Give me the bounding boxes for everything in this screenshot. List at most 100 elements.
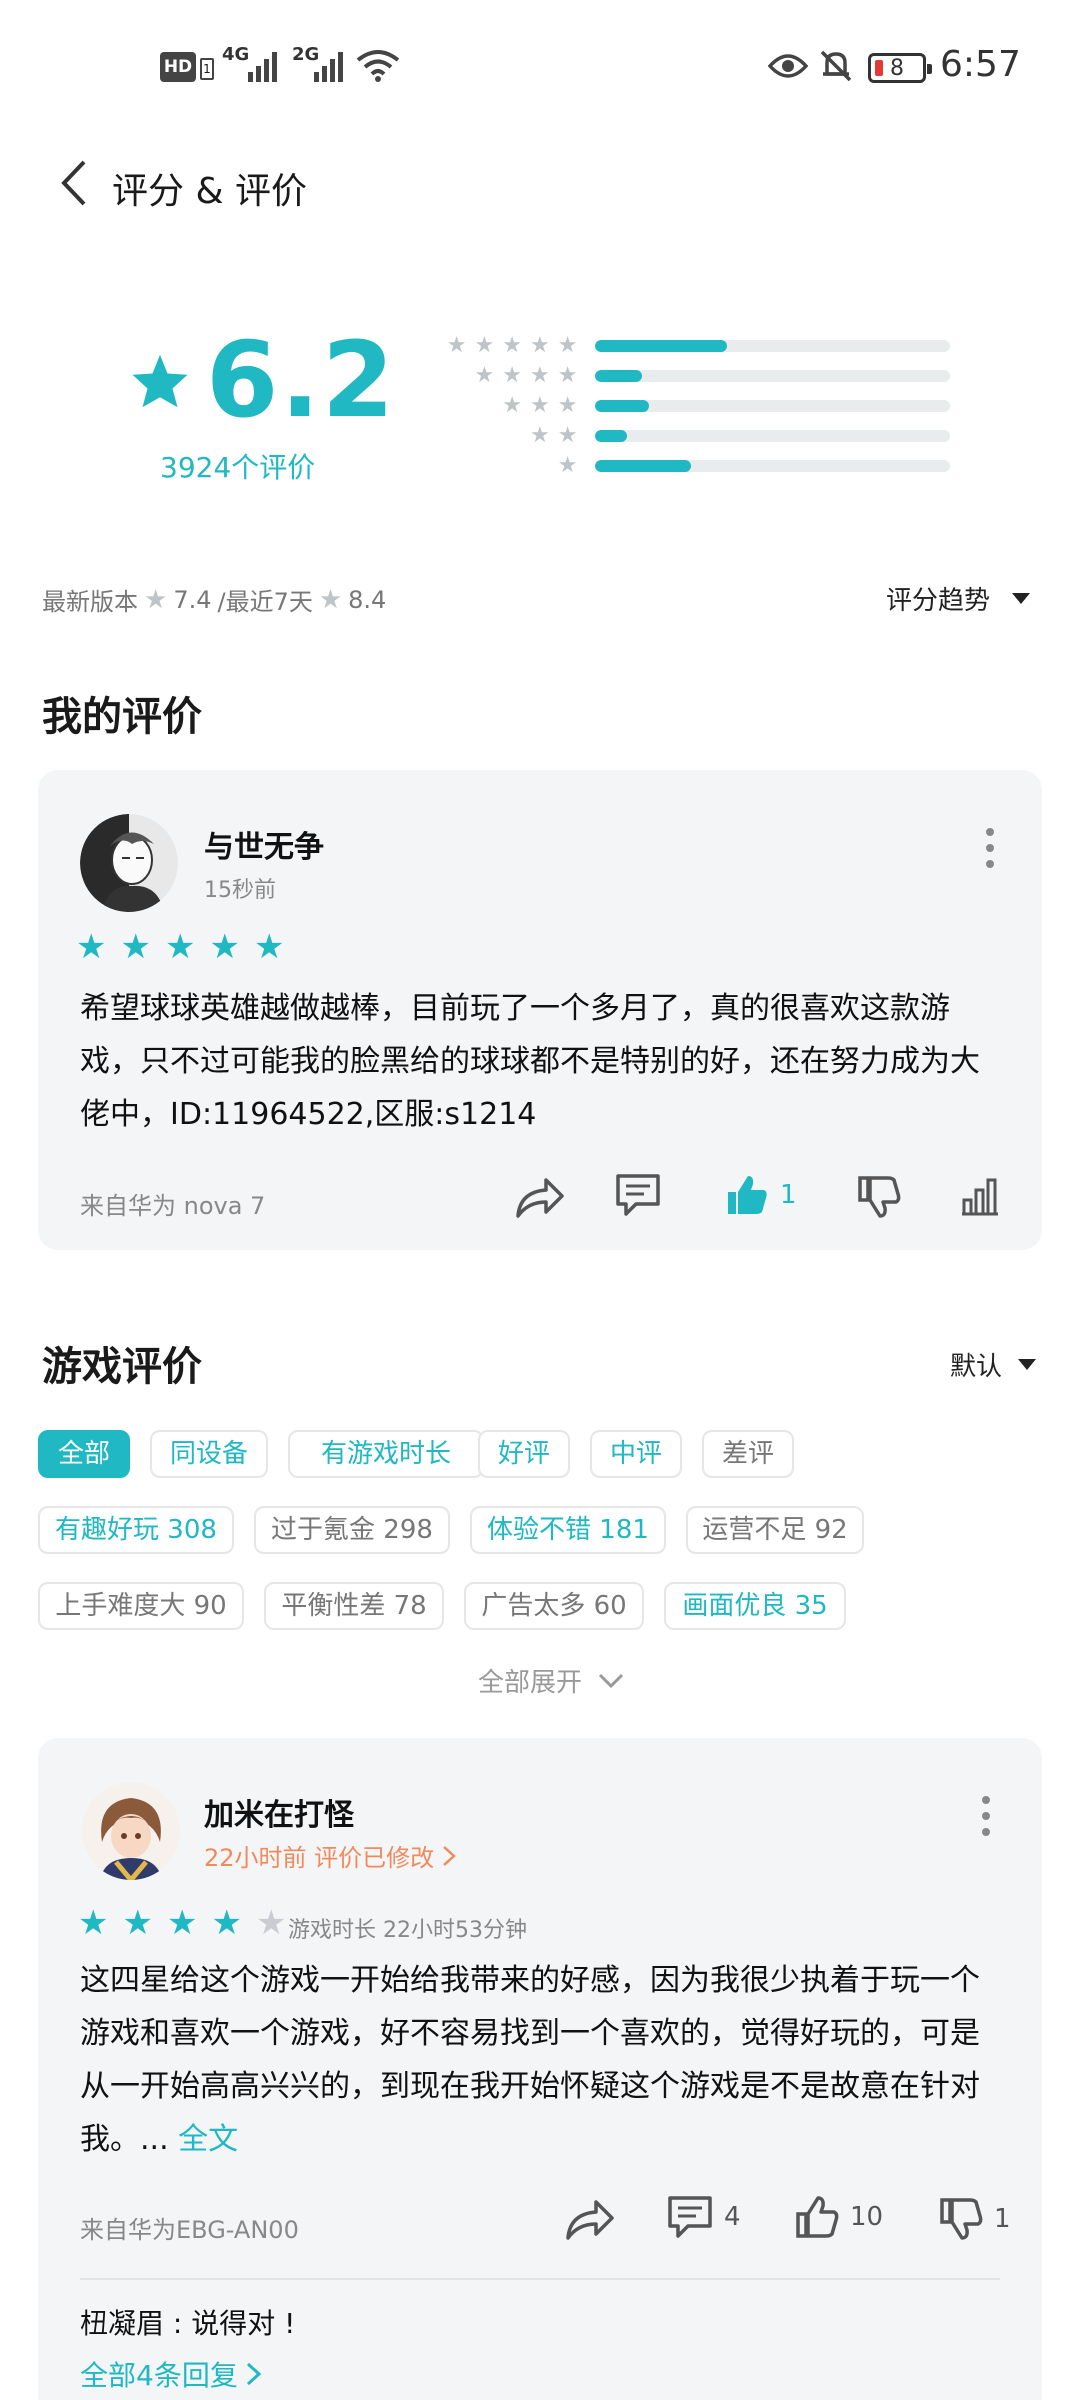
filter-chip[interactable]: 过于氪金 298 — [254, 1506, 450, 1554]
filter-chip[interactable]: 好评 — [478, 1430, 570, 1478]
comment-button[interactable]: 4 — [666, 2194, 741, 2240]
trend-button[interactable]: 评分趋势 — [886, 580, 1031, 617]
thumbs-up-icon — [796, 2196, 839, 2238]
recent-label: /最近7天 — [217, 588, 313, 616]
filter-chip[interactable]: 运营不足 92 — [686, 1506, 864, 1554]
filter-chip[interactable]: 广告太多 60 — [464, 1582, 644, 1630]
like-count: 10 — [850, 2202, 884, 2232]
status-bar: HD 1 4G 2G 8 6:57 — [0, 0, 1080, 130]
distribution-bar-fill — [595, 400, 649, 412]
distribution-row-2: ★ ★ — [410, 423, 950, 448]
stats-icon[interactable] — [960, 1176, 1000, 1216]
review-text: 这四星给这个游戏一开始给我带来的好感，因为我很少执着于玩一个游戏和喜欢一个游戏，… — [80, 1954, 1000, 2166]
filter-chip[interactable]: 画面优良 35 — [664, 1582, 846, 1630]
dislike-count: 1 — [994, 2204, 1011, 2234]
star-filled-icon: ★ — [76, 927, 107, 967]
star-icon: ★ — [474, 333, 495, 358]
review-stars: ★ ★ ★ ★ ★ — [78, 1906, 286, 1940]
filter-chip[interactable]: 同设备 — [150, 1430, 268, 1478]
comment-icon[interactable] — [614, 1172, 662, 1218]
expand-all-button[interactable]: 全部展开 — [478, 1662, 624, 1699]
review-device: 来自华为EBG-AN00 — [80, 2216, 299, 2244]
battery-level: 8 — [890, 55, 904, 81]
review-username[interactable]: 加米在打怪 — [204, 1790, 354, 1834]
dislike-button[interactable]: 1 — [938, 2196, 1011, 2242]
distribution-stars: ★ ★ ★ ★ — [410, 363, 578, 388]
distribution-stars: ★ ★ ★ ★ ★ — [410, 333, 578, 358]
star-icon: ★ — [529, 423, 550, 448]
review-time-edited[interactable]: 22小时前 评价已修改 — [204, 1838, 457, 1873]
distribution-row-1: ★ — [410, 455, 950, 477]
filter-chip[interactable]: 有趣好玩 308 — [38, 1506, 234, 1554]
star-icon: ★ — [557, 363, 578, 388]
dropdown-caret-icon — [1012, 593, 1031, 604]
clock: 6:57 — [940, 44, 1021, 85]
star-filled-icon: ★ — [166, 1903, 198, 1943]
filter-chip[interactable]: 全部 — [38, 1430, 130, 1478]
filter-chip[interactable]: 有游戏时长 — [288, 1430, 484, 1478]
thumbs-down-icon[interactable] — [856, 1174, 902, 1220]
average-score: 6.2 — [206, 319, 397, 441]
my-review-stars: ★ ★ ★ ★ ★ — [76, 930, 284, 964]
thumbs-down-icon — [940, 2198, 983, 2240]
star-filled-icon: ★ — [164, 927, 196, 967]
recent-score: 8.4 — [348, 585, 387, 614]
filter-chip[interactable]: 中评 — [590, 1430, 682, 1478]
review-card: 加米在打怪 22小时前 评价已修改 ★ ★ ★ ★ ★ 游戏时长 22小时53分钟 这四… — [38, 1738, 1042, 2400]
distribution-bar-fill — [595, 430, 628, 442]
distribution-bar — [595, 430, 950, 442]
game-reviews-title: 游戏评价 — [42, 1344, 202, 1390]
my-review-card: 与世无争 15秒前 ★ ★ ★ ★ ★ 希望球球英雄越做越棒，目前玩了一个多月了，真的很… — [38, 770, 1042, 1250]
star-icon: ★ — [446, 333, 467, 358]
review-text: 希望球球英雄越做越棒，目前玩了一个多月了，真的很喜欢这款游戏，只不过可能我的脸黑… — [80, 991, 980, 1132]
more-options-icon[interactable] — [986, 828, 996, 868]
signal-bars-icon — [248, 52, 277, 82]
share-icon[interactable] — [564, 2194, 616, 2242]
review-username[interactable]: 与世无争 — [204, 822, 324, 866]
distribution-stars: ★ ★ ★ — [410, 395, 577, 417]
hd-icon: HD — [160, 52, 196, 82]
star-icon: ★ — [529, 333, 550, 358]
sort-dropdown[interactable]: 默认 — [950, 1346, 1037, 1383]
distribution-row-3: ★ ★ ★ — [410, 395, 950, 417]
star-filled-icon: ★ — [211, 1903, 242, 1943]
star-icon: ★ — [144, 584, 168, 615]
trend-label: 评分趋势 — [886, 586, 991, 616]
avatar[interactable] — [82, 1782, 180, 1880]
expand-all-label: 全部展开 — [478, 1668, 583, 1698]
star-icon: ★ — [474, 363, 495, 388]
like-count: 1 — [780, 1180, 797, 1210]
distribution-bar — [595, 340, 950, 352]
review-time: 15秒前 — [204, 878, 276, 903]
chevron-right-icon — [443, 1845, 457, 1866]
like-button[interactable]: 10 — [794, 2194, 883, 2240]
star-empty-icon: ★ — [255, 1903, 287, 1943]
read-more-link[interactable]: 全文 — [178, 2122, 238, 2157]
filter-chip[interactable]: 差评 — [702, 1430, 794, 1478]
more-options-icon[interactable] — [982, 1796, 992, 1836]
distribution-bar-fill — [595, 340, 727, 352]
filter-chip[interactable]: 平衡性差 78 — [264, 1582, 444, 1630]
review-device: 来自华为 nova 7 — [80, 1192, 266, 1220]
avatar[interactable] — [80, 814, 178, 912]
share-icon[interactable] — [514, 1172, 566, 1220]
all-replies-link[interactable]: 全部4条回复 — [80, 2354, 262, 2394]
distribution-stars: ★ ★ — [410, 423, 578, 448]
sort-label: 默认 — [950, 1352, 1003, 1382]
like-button[interactable]: 1 — [724, 1172, 797, 1218]
star-icon: ★ — [502, 333, 522, 358]
comment-count: 4 — [724, 2202, 741, 2232]
latest-version-label: 最新版本 — [42, 588, 138, 616]
distribution-bar-fill — [595, 370, 642, 382]
back-icon[interactable] — [58, 158, 88, 208]
battery-icon: 8 — [868, 53, 932, 83]
distribution-stars: ★ — [410, 455, 578, 477]
distribution-bar — [595, 460, 950, 472]
all-replies-label: 全部4条回复 — [80, 2359, 238, 2392]
star-icon: ★ — [557, 423, 578, 448]
filter-chip[interactable]: 上手难度大 90 — [38, 1582, 244, 1630]
star-filled-icon: ★ — [120, 927, 151, 967]
filter-chip[interactable]: 体验不错 181 — [470, 1506, 666, 1554]
star-filled-icon: ★ — [209, 927, 240, 967]
reply-preview[interactable]: 杻凝眉 : 说得对 ! — [80, 2302, 295, 2342]
